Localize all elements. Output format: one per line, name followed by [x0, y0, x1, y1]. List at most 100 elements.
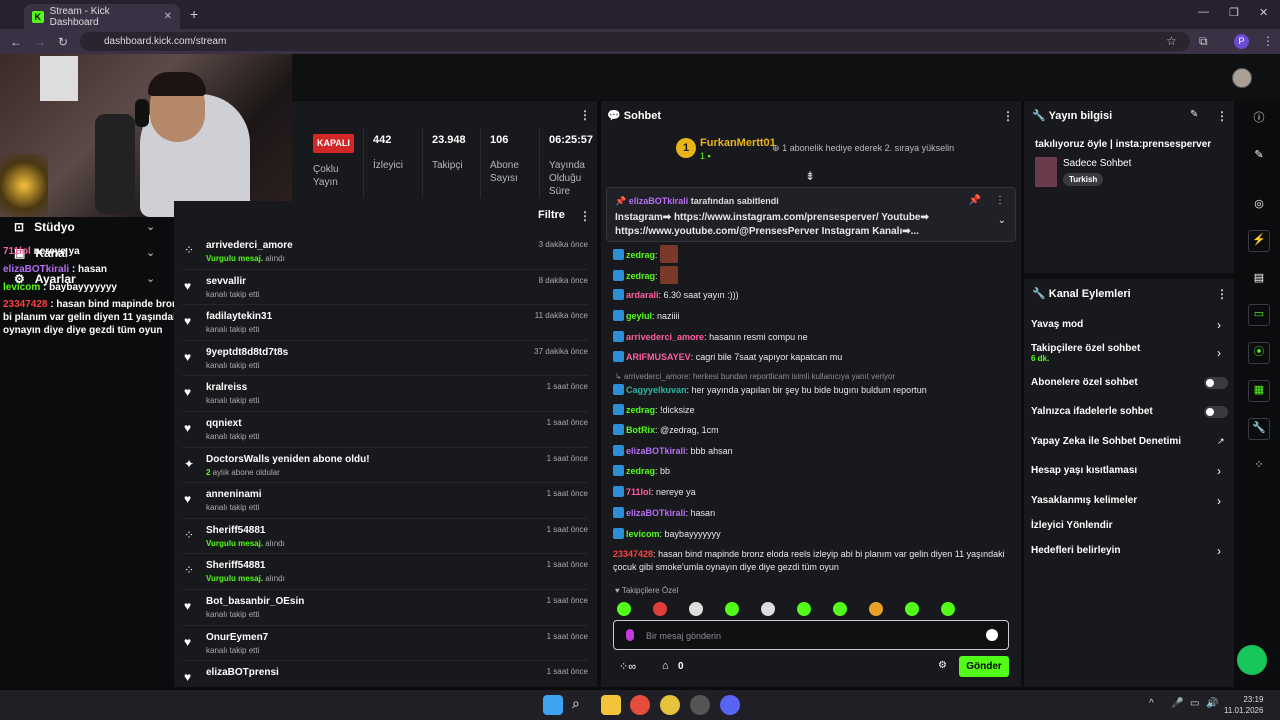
new-tab-icon[interactable]: +	[190, 6, 198, 22]
channel-action-item[interactable]: Abonelere özel sohbet	[1031, 377, 1138, 388]
chevron-right-icon[interactable]: ›	[1217, 494, 1221, 508]
nav-studio[interactable]: ⊡ Stüdyo	[14, 220, 75, 234]
chat-input[interactable]	[646, 627, 966, 645]
wrench-icon[interactable]: 🔧	[1248, 418, 1270, 440]
chevron-down-icon[interactable]: ⌄	[146, 246, 155, 259]
chat-username[interactable]: arrivederci_amore	[626, 332, 704, 342]
emote-icon[interactable]	[905, 602, 919, 616]
activity-item[interactable]: ♥ OnurEymen7 kanalı takip etti 1 saat ön…	[182, 626, 588, 662]
layout-icon[interactable]: ▦	[1248, 380, 1270, 402]
emote-icon[interactable]	[653, 602, 667, 616]
url-input[interactable]: dashboard.kick.com/stream	[80, 32, 1190, 51]
profile-avatar[interactable]: P	[1234, 34, 1249, 49]
chat-message[interactable]: ardarali: 6.30 saat yayın :)))	[613, 289, 1013, 302]
chat-message[interactable]: BotRix: @zedrag, 1cm	[613, 424, 1013, 437]
emote-icon[interactable]	[617, 602, 631, 616]
chevron-down-icon[interactable]: ⌄	[146, 220, 155, 233]
kebab-menu-icon[interactable]: ⋮	[995, 194, 1005, 208]
tray-chevron-icon[interactable]: ^	[1149, 698, 1154, 709]
chat-username[interactable]: zedrag	[626, 405, 655, 415]
chat-message[interactable]: zedrag: !dicksize	[613, 404, 1013, 417]
chat-settings-icon[interactable]: ⚙	[938, 660, 947, 671]
chat-message[interactable]: arrivederci_amore: hasanın resmi compu n…	[613, 331, 1013, 344]
gift-leaderboard[interactable]: 1 FurkanMertt01 1 ▪ ⊕ 1 abonelik hediye …	[676, 135, 1016, 165]
kebab-menu-icon[interactable]: ⋮	[579, 108, 591, 122]
emote-icon[interactable]	[689, 602, 703, 616]
emote-icon[interactable]	[941, 602, 955, 616]
app-icon[interactable]	[690, 695, 710, 715]
chat-username[interactable]: zedrag	[626, 271, 655, 281]
chat-message[interactable]: 711lol: nereye ya	[613, 486, 1013, 499]
kebab-menu-icon[interactable]: ⋮	[1216, 287, 1228, 301]
category-name[interactable]: Sadece Sohbet	[1063, 158, 1131, 169]
external-link-icon[interactable]: ↗	[1217, 436, 1225, 447]
chat-username[interactable]: ARIFMUSAYEV	[626, 352, 691, 362]
channel-action-item[interactable]: Hedefleri belirleyin	[1031, 545, 1120, 556]
edit-icon[interactable]: ✎	[1190, 109, 1198, 120]
bookmark-star-icon[interactable]: ☆	[1166, 34, 1177, 48]
chat-username[interactable]: zedrag	[626, 466, 655, 476]
channel-action-item[interactable]: Yalnızca ifadelerle sohbet	[1031, 406, 1153, 417]
kebab-menu-icon[interactable]: ⋮	[1002, 109, 1014, 123]
chat-username[interactable]: ardarali	[626, 290, 659, 300]
chevron-right-icon[interactable]: ›	[1217, 544, 1221, 558]
activity-item[interactable]: ⁘ Sheriff54881 Vurgulu mesaj. alındı 1 s…	[182, 554, 588, 590]
chevron-right-icon[interactable]: ›	[1217, 346, 1221, 360]
mic-tray-icon[interactable]: 🎤	[1171, 698, 1183, 709]
send-button[interactable]: Gönder	[959, 656, 1009, 677]
search-icon[interactable]: ⌕	[572, 695, 592, 715]
share-icon[interactable]: ⁘	[1250, 456, 1268, 474]
extensions-icon[interactable]: ⧉	[1199, 34, 1208, 49]
camera-icon[interactable]: ◎	[1250, 195, 1268, 213]
kebab-menu-icon[interactable]: ⋮	[579, 209, 591, 223]
back-icon[interactable]: ←	[10, 35, 22, 49]
chrome-active-icon[interactable]	[660, 695, 680, 715]
chat-message[interactable]: zedrag: bb	[613, 465, 1013, 478]
chat-username[interactable]: levicom	[626, 529, 660, 539]
chrome-icon[interactable]	[630, 695, 650, 715]
chat-username[interactable]: elizaBOTkirali	[626, 508, 686, 518]
user-avatar[interactable]	[1232, 68, 1252, 88]
chat-message[interactable]: zedrag:	[613, 245, 1013, 263]
emote-icon[interactable]	[725, 602, 739, 616]
lightning-icon[interactable]: ⚡	[1248, 230, 1270, 252]
forward-icon[interactable]: →	[34, 35, 46, 49]
channel-action-item[interactable]: İzleyici Yönlendir	[1031, 520, 1113, 531]
chat-username[interactable]: 23347428	[613, 549, 653, 559]
info-icon[interactable]: ⓘ	[1250, 109, 1268, 127]
chevron-down-icon[interactable]: ⌄	[146, 272, 155, 285]
channel-action-item[interactable]: Yasaklanmış kelimeler	[1031, 495, 1137, 506]
activity-item[interactable]: ✦ DoctorsWalls yeniden abone oldu! 2 ayl…	[182, 448, 588, 484]
system-clock[interactable]: 23:19 11.01.2026	[1224, 694, 1263, 716]
activity-item[interactable]: ♥ qqniext kanalı takip etti 1 saat önce	[182, 412, 588, 448]
emoji-icon[interactable]	[986, 629, 998, 641]
network-icon[interactable]: ▭	[1190, 698, 1199, 709]
maximize-icon[interactable]: ❐	[1229, 6, 1239, 19]
chat-icon[interactable]: ▭	[1248, 304, 1270, 326]
channel-action-item[interactable]: Takipçilere özel sohbet 6 dk.	[1031, 343, 1140, 363]
activity-item[interactable]: ⁘ Sheriff54881 Vurgulu mesaj. alındı 1 s…	[182, 519, 588, 555]
chevron-right-icon[interactable]: ›	[1217, 318, 1221, 332]
activity-item[interactable]: ♥ kralreiss kanalı takip etti 1 saat önc…	[182, 376, 588, 412]
document-icon[interactable]: ▤	[1250, 269, 1268, 287]
browser-tab[interactable]: K Stream - Kick Dashboard ✕	[24, 4, 180, 29]
discord-icon[interactable]	[720, 695, 740, 715]
activity-item[interactable]: ♥ fadilaytekin31 kanalı takip etti 11 da…	[182, 305, 588, 341]
chat-message[interactable]: elizaBOTkirali: hasan	[613, 507, 1013, 520]
volume-icon[interactable]: 🔊	[1206, 698, 1218, 709]
file-explorer-icon[interactable]	[601, 695, 621, 715]
browser-menu-icon[interactable]: ⋮	[1262, 34, 1274, 48]
toggle-switch[interactable]	[1204, 377, 1228, 389]
chat-message[interactable]: zedrag:	[613, 266, 1013, 284]
chat-username[interactable]: Cagyyelkuvan	[626, 385, 687, 395]
minimize-icon[interactable]: —	[1198, 6, 1209, 18]
reload-icon[interactable]: ↻	[58, 35, 68, 49]
help-headset-icon[interactable]	[1237, 645, 1267, 675]
close-window-icon[interactable]: ✕	[1259, 6, 1268, 19]
chat-message[interactable]: levicom: baybayyyyyyy	[613, 528, 1013, 541]
scroll-down-icon[interactable]: ⇟	[805, 169, 815, 183]
emote-icon[interactable]	[797, 602, 811, 616]
toggle-switch[interactable]	[1204, 406, 1228, 418]
chat-message[interactable]: geylul: naziiii	[613, 310, 1013, 323]
store-icon[interactable]: ⌂	[662, 660, 669, 672]
